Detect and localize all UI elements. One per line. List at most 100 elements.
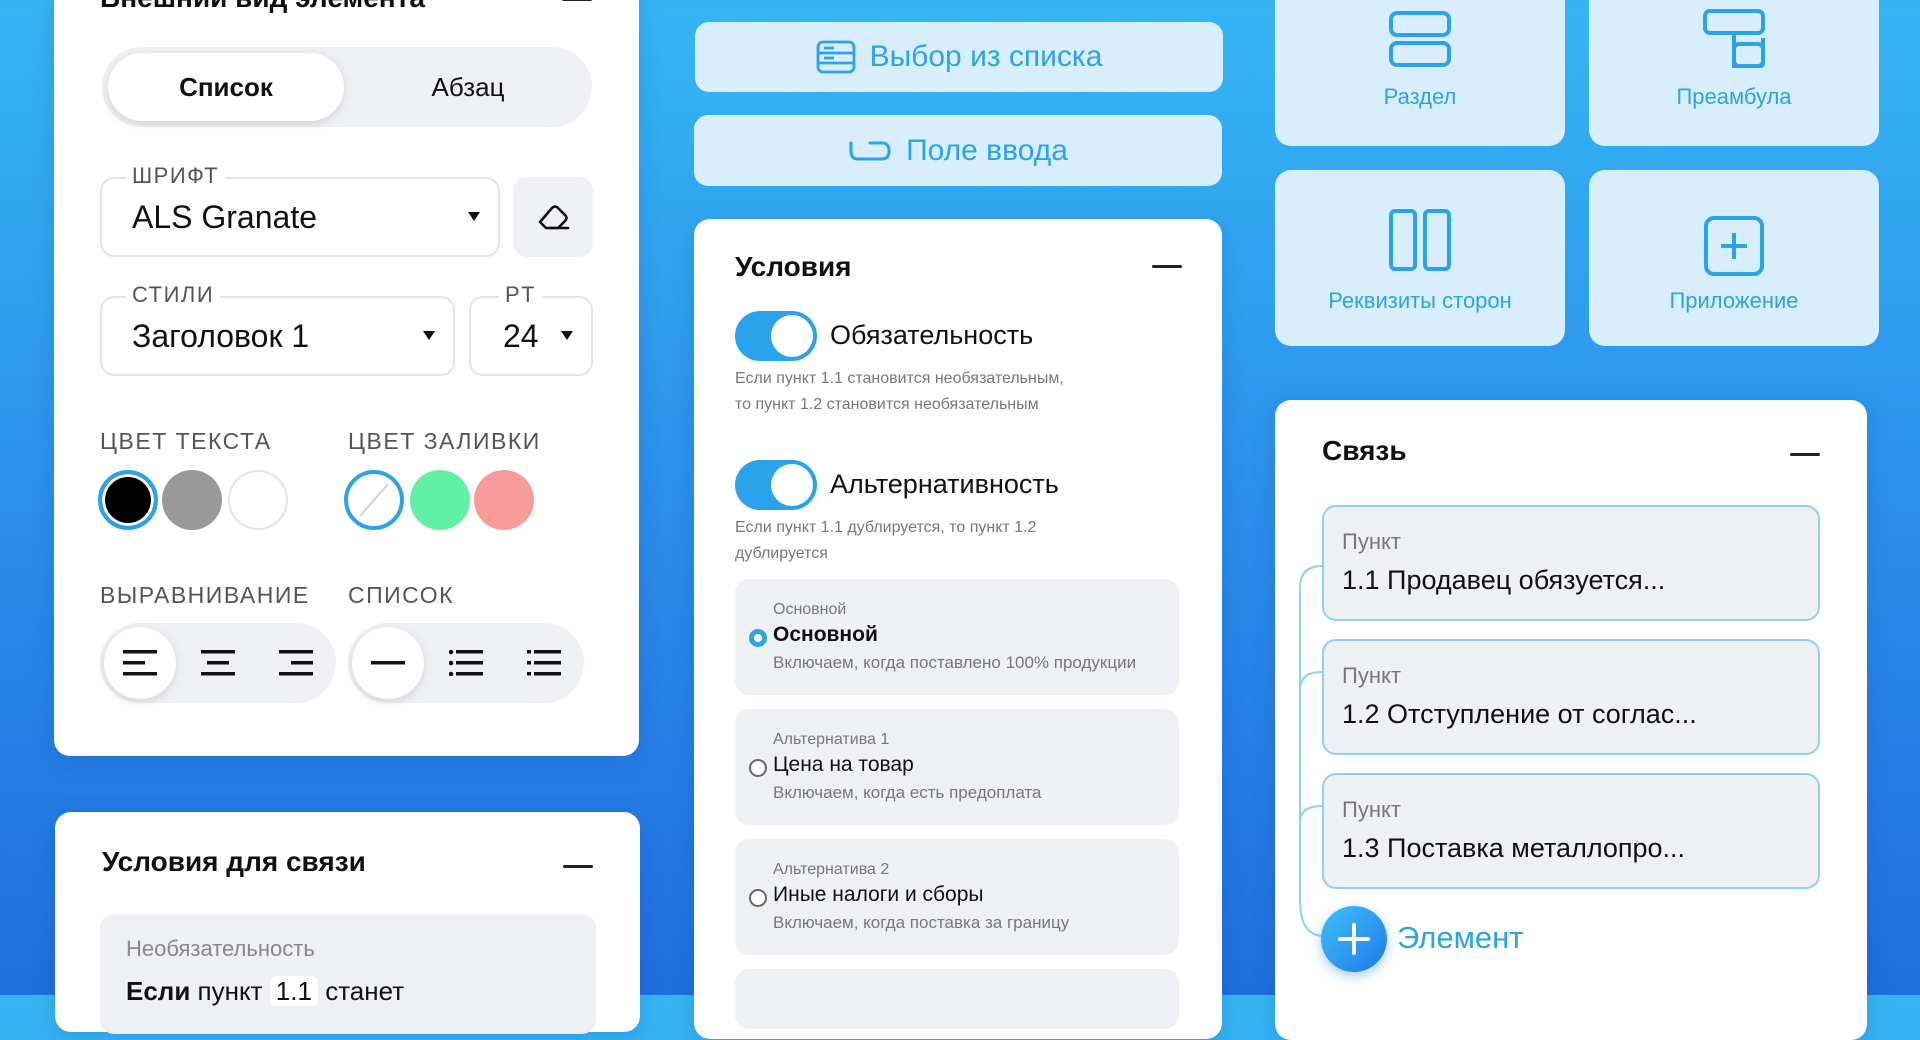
- link-item-3[interactable]: Пункт 1.3 Поставка металлопро...: [1322, 773, 1820, 889]
- conditions-title: Условия: [735, 251, 852, 282]
- align-group: [100, 623, 336, 703]
- input-field-button[interactable]: Поле ввода: [694, 115, 1222, 186]
- option-caption: Основной: [773, 601, 847, 618]
- option-name: Цена на товар: [773, 753, 914, 776]
- party-details-icon: [1389, 209, 1451, 271]
- list-label: СПИСОК: [348, 582, 455, 608]
- tile-party-details-label: Реквизиты сторон: [1328, 288, 1512, 313]
- font-legend: ШРИФТ: [126, 163, 226, 189]
- fill-color-pink[interactable]: [474, 470, 534, 530]
- input-field-icon: [849, 141, 891, 160]
- tile-appendix-label: Приложение: [1669, 288, 1799, 313]
- align-left-button[interactable]: [104, 627, 176, 699]
- size-select[interactable]: PT 24: [469, 282, 593, 376]
- select-from-list-button[interactable]: Выбор из списка: [695, 22, 1223, 92]
- alternative-hint: Если пункт 1.1 дублируется, то пункт 1.2…: [735, 515, 1036, 567]
- chevron-down-icon: [423, 331, 435, 340]
- tile-appendix[interactable]: Приложение: [1589, 170, 1879, 346]
- mandatory-hint-line1: Если пункт 1.1 становится необязательным…: [735, 370, 1064, 387]
- numbered-list-icon: [527, 650, 561, 676]
- style-legend: СТИЛИ: [126, 282, 221, 308]
- tile-preamble-label: Преамбула: [1676, 84, 1792, 109]
- plus-glyph: [1338, 923, 1370, 955]
- alternative-label: Альтернативность: [830, 469, 1059, 499]
- list-none-button[interactable]: [352, 627, 424, 699]
- tile-section[interactable]: Раздел: [1275, 0, 1565, 146]
- chevron-down-icon: [561, 331, 573, 340]
- link-conditions-collapse-button[interactable]: [563, 865, 593, 868]
- add-element-button[interactable]: Элемент: [1321, 906, 1581, 972]
- option-desc: Включаем, когда поставка за границу: [773, 913, 1070, 932]
- tab-paragraph[interactable]: Абзац: [350, 53, 586, 121]
- option-caption: Альтернатива 1: [773, 731, 890, 748]
- font-value: ALS Granate: [132, 198, 317, 235]
- list-bullet-button[interactable]: [430, 627, 502, 699]
- radio-selected[interactable]: [749, 629, 767, 647]
- plus-icon: [1321, 906, 1387, 972]
- tile-preamble[interactable]: Преамбула: [1589, 0, 1879, 146]
- fill-color-label: ЦВЕТ ЗАЛИВКИ: [348, 428, 541, 454]
- align-left-icon: [123, 650, 157, 676]
- chevron-down-icon: [468, 212, 480, 221]
- option-desc: Включаем, когда есть предоплата: [773, 783, 1042, 802]
- link-title: Связь: [1322, 435, 1407, 466]
- link-item-1[interactable]: Пункт 1.1 Продавец обязуется...: [1322, 505, 1820, 621]
- select-list-icon: [816, 40, 856, 74]
- no-fill-icon: [359, 483, 389, 517]
- text-color-black[interactable]: [98, 470, 158, 530]
- radio-unselected[interactable]: [749, 889, 767, 907]
- size-value: 24: [503, 317, 539, 354]
- align-right-button[interactable]: [260, 627, 332, 699]
- preamble-icon: [1703, 9, 1765, 68]
- link-conditions-block: Необязательность Если пункт 1.1 станет: [100, 914, 596, 1034]
- block-text-word: пункт: [197, 976, 263, 1006]
- font-select[interactable]: ШРИФТ ALS Granate: [100, 163, 500, 257]
- add-element-label: Элемент: [1397, 920, 1524, 955]
- style-value: Заголовок 1: [132, 317, 310, 354]
- tile-party-details[interactable]: Реквизиты сторон: [1275, 170, 1565, 346]
- eraser-button[interactable]: [513, 177, 593, 257]
- radio-unselected[interactable]: [749, 759, 767, 777]
- block-text: Если пункт 1.1 станет: [126, 976, 404, 1007]
- bullet-list-icon: [449, 650, 483, 676]
- appearance-type-segmented: Список Абзац: [102, 47, 592, 127]
- alternative-hint-line1: Если пункт 1.1 дублируется, то пункт 1.2: [735, 519, 1037, 536]
- mandatory-hint: Если пункт 1.1 становится необязательным…: [735, 366, 1064, 418]
- text-color-gray[interactable]: [162, 470, 222, 530]
- fill-color-green[interactable]: [410, 470, 470, 530]
- text-color-label: ЦВЕТ ТЕКСТА: [100, 428, 272, 454]
- option-alt-1[interactable]: Альтернатива 1 Цена на товар Включаем, к…: [735, 709, 1179, 825]
- mandatory-label: Обязательность: [830, 320, 1034, 350]
- text-color-white[interactable]: [228, 470, 288, 530]
- link-item-text: 1.3 Поставка металлопро...: [1342, 833, 1686, 863]
- link-item-caption: Пункт: [1342, 529, 1401, 554]
- link-item-text: 1.2 Отступление от соглас...: [1342, 699, 1697, 729]
- fill-color-none[interactable]: [344, 470, 404, 530]
- list-group: [348, 623, 584, 703]
- option-next[interactable]: [735, 969, 1179, 1029]
- mandatory-hint-line2: то пункт 1.2 становится необязательным: [735, 396, 1039, 413]
- link-collapse-button[interactable]: [1790, 453, 1820, 456]
- input-field-label: Поле ввода: [906, 133, 1068, 167]
- option-name: Иные налоги и сборы: [773, 883, 984, 906]
- block-text-bold: Если: [126, 976, 191, 1006]
- option-main[interactable]: Основной Основной Включаем, когда постав…: [735, 579, 1179, 695]
- tab-list[interactable]: Список: [108, 53, 344, 121]
- option-alt-2[interactable]: Альтернатива 2 Иные налоги и сборы Включ…: [735, 839, 1179, 955]
- link-item-text: 1.1 Продавец обязуется...: [1342, 565, 1666, 595]
- link-item-caption: Пункт: [1342, 797, 1401, 822]
- conditions-collapse-button[interactable]: [1152, 265, 1182, 268]
- link-item-2[interactable]: Пункт 1.2 Отступление от соглас...: [1322, 639, 1820, 755]
- size-legend: PT: [499, 282, 543, 308]
- style-select[interactable]: СТИЛИ Заголовок 1: [100, 282, 455, 376]
- link-conditions-title: Условия для связи: [102, 846, 366, 877]
- appearance-collapse-button[interactable]: [562, 0, 592, 1]
- alternative-toggle[interactable]: [735, 460, 817, 510]
- align-center-button[interactable]: [182, 627, 254, 699]
- align-right-icon: [279, 650, 313, 676]
- alternative-hint-line2: дублируется: [735, 545, 828, 562]
- list-numbered-button[interactable]: [508, 627, 580, 699]
- appearance-title: Внешний вид элемента: [100, 0, 425, 14]
- mandatory-toggle[interactable]: [735, 311, 817, 361]
- option-desc: Включаем, когда поставлено 100% продукци…: [773, 653, 1137, 672]
